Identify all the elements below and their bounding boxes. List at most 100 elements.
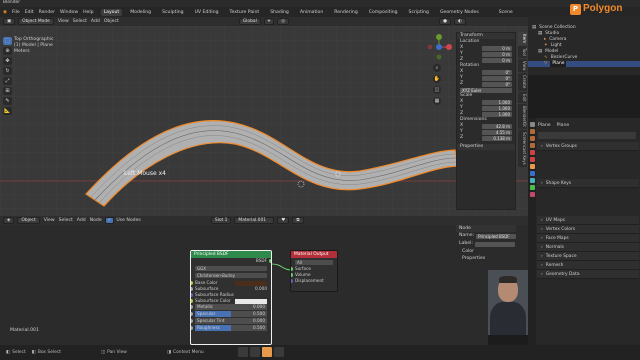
menu-render[interactable]: Render (39, 10, 55, 15)
tool-tab-icon[interactable] (529, 122, 535, 127)
cursor-tool-icon[interactable]: ⊕ (3, 47, 12, 55)
mesh-data-tab-icon[interactable] (529, 185, 535, 190)
tab-compositing[interactable]: Compositing (366, 9, 401, 16)
subsurface-socket[interactable] (191, 287, 193, 291)
3d-viewport[interactable]: Top Orthographic (1) Model | Plane Meter… (0, 26, 528, 216)
metallic-value[interactable]: 0.000 (253, 304, 265, 310)
select-box-icon[interactable]: ⬚ (3, 37, 12, 45)
scene-selector[interactable]: Scene (499, 10, 513, 15)
output-node-title[interactable]: Material Output (291, 251, 337, 258)
object-mode-dropdown[interactable]: Object Mode (18, 18, 54, 25)
tab-screencast-keys[interactable]: Screencast Keys (518, 130, 527, 167)
subsurface-color-swatch[interactable] (235, 298, 267, 304)
shader-node-editor[interactable]: Principled BSDF BSDF GGX Christensen-Bur… (0, 225, 528, 345)
location-y-field[interactable]: 0 m (482, 51, 512, 57)
physics-tab-icon[interactable] (529, 178, 535, 183)
move-tool-icon[interactable]: ✥ (3, 57, 12, 65)
viewport-menu-view[interactable]: View (58, 19, 69, 25)
taskbar-app-icon[interactable] (274, 347, 284, 357)
menu-window[interactable]: Window (60, 10, 78, 15)
node-menu-select[interactable]: Select (59, 218, 73, 224)
bsdf-output-socket[interactable] (269, 259, 271, 263)
fake-user-icon[interactable]: ♥ (277, 217, 290, 224)
tab-blenderkit[interactable]: BlenderKit (518, 104, 527, 130)
navigation-gizmo[interactable] (424, 32, 454, 62)
material-tab-icon[interactable] (529, 192, 535, 197)
use-nodes-checkbox[interactable]: ✓ (104, 217, 115, 224)
node-menu-view[interactable]: View (44, 218, 55, 224)
displacement-socket[interactable] (291, 279, 293, 283)
shader-type-dropdown[interactable]: Object (17, 217, 40, 224)
camera-view-icon[interactable]: ◫ (433, 86, 441, 94)
roughness-value[interactable]: 0.500 (253, 325, 265, 331)
subsurface-method-dropdown[interactable]: Christensen-Burley (195, 273, 267, 278)
node-name-field[interactable]: Principled BSDF (476, 233, 516, 239)
scale-tool-icon[interactable]: ⤢ (3, 77, 12, 85)
scene-tab-icon[interactable] (529, 150, 535, 155)
specular-tint-socket[interactable] (191, 319, 193, 323)
tab-tool[interactable]: Tool (518, 46, 527, 58)
ortho-toggle-icon[interactable]: ▦ (433, 97, 441, 105)
tab-uv-editing[interactable]: UV Editing (192, 9, 222, 16)
node-label-field[interactable] (474, 241, 515, 247)
node-color-section[interactable]: Color (456, 248, 516, 255)
node-menu-node[interactable]: Node (90, 218, 102, 224)
outliner-rename-field[interactable]: Plane (550, 61, 567, 67)
viewport-menu-add[interactable]: Add (91, 19, 100, 25)
tab-create[interactable]: Create (518, 73, 527, 91)
subsurface-radius-socket[interactable] (191, 293, 193, 297)
tab-rendering[interactable]: Rendering (331, 9, 360, 16)
transform-tool-icon[interactable]: ⊞ (3, 87, 12, 95)
distribution-dropdown[interactable]: GGX (195, 266, 267, 271)
rotation-y-field[interactable]: 0° (482, 75, 512, 81)
tab-scripting[interactable]: Scripting (406, 9, 432, 16)
pan-hand-icon[interactable]: ✋ (433, 75, 441, 83)
orientation-dropdown[interactable]: Global (238, 18, 261, 25)
taskbar-app-icon[interactable] (238, 347, 248, 357)
base-color-socket[interactable] (191, 281, 193, 285)
subsurface-color-socket[interactable] (191, 299, 193, 303)
snap-icon[interactable]: ⌖ (263, 18, 275, 25)
tab-sculpting[interactable]: Sculpting (159, 9, 186, 16)
tab-layout[interactable]: Layout (100, 8, 123, 16)
roughness-socket[interactable] (191, 326, 193, 330)
blender-logo-icon[interactable]: ◉ (3, 10, 7, 15)
editor-type-button[interactable]: ▣ (3, 18, 16, 25)
dimension-z-field[interactable]: 0.138 m (482, 135, 512, 141)
output-target-dropdown[interactable]: All (295, 260, 333, 265)
principled-bsdf-node[interactable]: Principled BSDF BSDF GGX Christensen-Bur… (190, 250, 272, 345)
specular-tint-value[interactable]: 0.000 (253, 318, 265, 324)
dimension-x-field[interactable]: 42.8 m (482, 123, 512, 129)
node-section-header[interactable]: Node (456, 225, 516, 232)
material-selector[interactable]: Material.001 (234, 217, 275, 224)
tab-modeling[interactable]: Modeling (127, 9, 154, 16)
rotation-z-field[interactable]: 0° (482, 81, 512, 87)
mesh-datablock-field[interactable]: Plane (538, 132, 636, 149)
section-vertex-groups[interactable]: › Vertex Groups (537, 142, 639, 151)
material-output-node[interactable]: Material Output All Surface Volume Displ… (290, 250, 338, 292)
taskbar-app-icon[interactable] (250, 347, 260, 357)
specular-value[interactable]: 0.500 (253, 311, 265, 317)
node-properties-section[interactable]: Properties (456, 255, 516, 262)
rotation-x-field[interactable]: 0° (482, 69, 512, 75)
viewport-shading-solid-icon[interactable]: ● (439, 18, 451, 25)
scale-y-field[interactable]: 1.000 (482, 105, 512, 111)
viewport-menu-object[interactable]: Object (104, 19, 119, 25)
viewport-shading-material-icon[interactable]: ◐ (453, 18, 466, 25)
base-color-swatch[interactable] (235, 280, 267, 286)
view-layer-tab-icon[interactable] (529, 143, 535, 148)
taskbar-blender-icon[interactable] (262, 347, 272, 357)
surface-socket[interactable] (291, 267, 293, 271)
location-z-field[interactable]: 0 m (482, 57, 512, 63)
rotate-tool-icon[interactable]: ↻ (3, 67, 12, 75)
tab-texture-paint[interactable]: Texture Paint (227, 9, 263, 16)
menu-help[interactable]: Help (83, 10, 93, 15)
copy-material-icon[interactable]: ⧉ (292, 217, 304, 224)
modifier-tab-icon[interactable] (529, 171, 535, 176)
location-x-field[interactable]: 0 m (482, 45, 512, 51)
tab-edit[interactable]: Edit (518, 91, 527, 104)
proportional-edit-icon[interactable]: ◎ (277, 18, 290, 25)
object-tab-icon[interactable] (529, 164, 535, 169)
scale-z-field[interactable]: 1.000 (482, 111, 512, 117)
zoom-icon[interactable]: ⌕ (433, 64, 441, 72)
